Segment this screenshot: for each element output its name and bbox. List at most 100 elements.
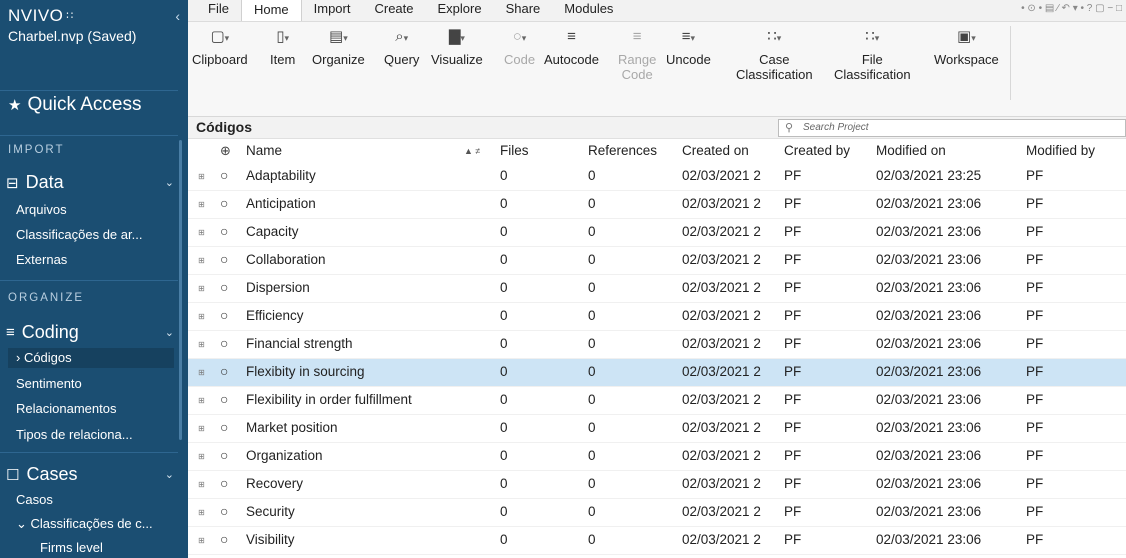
- group-cases[interactable]: ☐ Cases ⌄: [6, 464, 174, 485]
- tab-file[interactable]: File: [196, 0, 241, 21]
- coding-icon: ≡: [6, 324, 15, 341]
- group-data-label: Data: [25, 172, 64, 192]
- group-coding-label: Coding: [21, 322, 79, 342]
- cell-modified-by: PF: [1026, 224, 1044, 239]
- column-files[interactable]: Files: [500, 143, 529, 158]
- data-icon: ⊟: [6, 174, 19, 192]
- table-row[interactable]: ⊞ ○ Anticipation 0 0 02/03/2021 2 PF 02/03/2021…: [188, 191, 1126, 219]
- tab-share[interactable]: Share: [494, 0, 553, 21]
- group-coding[interactable]: ≡ Coding ⌄: [6, 322, 174, 343]
- tab-import[interactable]: Import: [302, 0, 363, 21]
- file-classification-button[interactable]: ∷▾ File Classification: [834, 26, 911, 82]
- cases-icon: ☐: [6, 466, 20, 484]
- table-row[interactable]: ⊞ ○ Flexibity in sourcing 0 0 02/03/2021 2 PF 0…: [188, 359, 1126, 387]
- code-button[interactable]: ○▾ Code: [504, 26, 535, 67]
- table-header: ⊕ Name ▲ ≠ Files References Created on C…: [188, 139, 1126, 163]
- table-row[interactable]: ⊞ ○ Market position 0 0 02/03/2021 2 PF 02/03/2…: [188, 415, 1126, 443]
- sidebar-item-relacionamentos[interactable]: Relacionamentos: [16, 399, 174, 419]
- column-modified-by[interactable]: Modified by: [1026, 143, 1095, 158]
- sidebar-item-tipos-relacionamento[interactable]: Tipos de relaciona...: [16, 425, 174, 445]
- expand-icon[interactable]: ⊞: [198, 228, 205, 237]
- table-row[interactable]: ⊞ ○ Dispersion 0 0 02/03/2021 2 PF 02/03/2021 2…: [188, 275, 1126, 303]
- cell-files: 0: [500, 336, 508, 351]
- expand-icon[interactable]: ⊞: [198, 172, 205, 181]
- table-row[interactable]: ⊞ ○ Visibility 0 0 02/03/2021 2 PF 02/03/2021 2…: [188, 527, 1126, 555]
- collapse-sidebar-icon[interactable]: ‹: [175, 8, 180, 24]
- query-button[interactable]: ⌕▾ Query: [384, 26, 419, 67]
- item-button[interactable]: ▯▾ Item: [270, 26, 295, 67]
- cell-created-by: PF: [784, 280, 802, 295]
- ribbon-toolbar: ▢▾ Clipboard ▯▾ Item ▤▾ Organize ⌕▾ Quer…: [188, 22, 1126, 117]
- table-row[interactable]: ⊞ ○ Collaboration 0 0 02/03/2021 2 PF 02/03/202…: [188, 247, 1126, 275]
- table-row[interactable]: ⊞ ○ Capacity 0 0 02/03/2021 2 PF 02/03/2021 23:…: [188, 219, 1126, 247]
- tab-explore[interactable]: Explore: [426, 0, 494, 21]
- window-controls[interactable]: • ⊙ • ▤ ∕ ↶ ▾ • ? ▢ − □: [1021, 3, 1122, 14]
- workspace-button[interactable]: ▣▾ Workspace: [934, 26, 999, 67]
- cell-created-by: PF: [784, 168, 802, 183]
- table-row[interactable]: ⊞ ○ Financial strength 0 0 02/03/2021 2 PF 02/0…: [188, 331, 1126, 359]
- cell-name: Adaptability: [246, 168, 316, 183]
- visualize-button[interactable]: ▇▾ Visualize: [431, 26, 483, 67]
- sort-ascending-icon[interactable]: ▲ ≠: [464, 146, 480, 156]
- expand-icon[interactable]: ⊞: [198, 508, 205, 517]
- sidebar-item-casos[interactable]: Casos: [16, 490, 174, 510]
- column-name[interactable]: Name: [246, 143, 282, 158]
- quick-access[interactable]: ★ Quick Access: [8, 94, 142, 116]
- table-row[interactable]: ⊞ ○ Security 0 0 02/03/2021 2 PF 02/03/2021 23:…: [188, 499, 1126, 527]
- expand-icon[interactable]: ⊞: [198, 480, 205, 489]
- tab-modules[interactable]: Modules: [552, 0, 625, 21]
- column-created-on[interactable]: Created on: [682, 143, 749, 158]
- autocode-button[interactable]: ≡ Autocode: [544, 26, 599, 67]
- expand-icon[interactable]: ⊞: [198, 396, 205, 405]
- expand-icon[interactable]: ⊞: [198, 452, 205, 461]
- sidebar-item-arquivos[interactable]: Arquivos: [16, 200, 174, 220]
- expand-icon[interactable]: ⊞: [198, 256, 205, 265]
- cell-files: 0: [500, 476, 508, 491]
- main-area: File Home Import Create Explore Share Mo…: [188, 0, 1126, 558]
- search-project-input[interactable]: ⚲ Search Project: [778, 119, 1126, 137]
- expand-icon[interactable]: ⊞: [198, 424, 205, 433]
- cell-modified-by: PF: [1026, 532, 1044, 547]
- expand-icon[interactable]: ⊞: [198, 284, 205, 293]
- cell-created-on: 02/03/2021 2: [682, 336, 761, 351]
- table-row[interactable]: ⊞ ○ Adaptability 0 0 02/03/2021 2 PF 02/03/2021…: [188, 163, 1126, 191]
- add-column-icon[interactable]: ⊕: [220, 143, 231, 159]
- cell-modified-by: PF: [1026, 336, 1044, 351]
- organize-button[interactable]: ▤▾ Organize: [312, 26, 365, 67]
- cell-modified-by: PF: [1026, 476, 1044, 491]
- cell-created-on: 02/03/2021 2: [682, 280, 761, 295]
- table-row[interactable]: ⊞ ○ Recovery 0 0 02/03/2021 2 PF 02/03/2021 23:…: [188, 471, 1126, 499]
- table-row[interactable]: ⊞ ○ Organization 0 0 02/03/2021 2 PF 02/03/2021…: [188, 443, 1126, 471]
- case-classification-button[interactable]: ∷▾ Case Classification: [736, 26, 813, 82]
- sidebar-item-sentimento[interactable]: Sentimento: [16, 374, 174, 394]
- expand-icon[interactable]: ⊞: [198, 340, 205, 349]
- table-row[interactable]: ⊞ ○ Efficiency 0 0 02/03/2021 2 PF 02/03/2021 2…: [188, 303, 1126, 331]
- code-node-icon: ○: [220, 503, 229, 519]
- cell-created-on: 02/03/2021 2: [682, 196, 761, 211]
- expand-icon[interactable]: ⊞: [198, 312, 205, 321]
- clipboard-button[interactable]: ▢▾ Clipboard: [192, 26, 248, 67]
- tab-create[interactable]: Create: [362, 0, 425, 21]
- cell-references: 0: [588, 392, 596, 407]
- expand-icon[interactable]: ⊞: [198, 536, 205, 545]
- expand-icon[interactable]: ⊞: [198, 200, 205, 209]
- column-references[interactable]: References: [588, 143, 657, 158]
- sidebar-item-codigos[interactable]: › Códigos: [8, 348, 174, 368]
- tab-home[interactable]: Home: [240, 0, 302, 21]
- sidebar-scrollbar[interactable]: [179, 140, 182, 440]
- sidebar-item-classificacoes-arquivos[interactable]: Classificações de ar...: [16, 225, 174, 245]
- table-row[interactable]: ⊞ ○ Flexibility in order fulfillment 0 0 02/0…: [188, 387, 1126, 415]
- expand-icon[interactable]: ⊞: [198, 368, 205, 377]
- sidebar-item-firms-level[interactable]: Firms level: [40, 538, 174, 558]
- group-data[interactable]: ⊟ Data ⌄: [6, 172, 174, 193]
- sidebar-item-classificacoes-casos[interactable]: ⌄ Classificações de c...: [16, 514, 174, 534]
- range-code-button[interactable]: ≡ Range Code: [618, 26, 656, 82]
- column-modified-on[interactable]: Modified on: [876, 143, 946, 158]
- column-created-by[interactable]: Created by: [784, 143, 850, 158]
- navigation-sidebar: NVIVO ∷ ‹ Charbel.nvp (Saved) ★ Quick Acc…: [0, 0, 188, 558]
- uncode-button[interactable]: ≡▾ Uncode: [666, 26, 711, 67]
- sidebar-item-externas[interactable]: Externas: [16, 250, 174, 270]
- cell-modified-by: PF: [1026, 196, 1044, 211]
- cell-created-by: PF: [784, 364, 802, 379]
- code-node-icon: ○: [220, 307, 229, 323]
